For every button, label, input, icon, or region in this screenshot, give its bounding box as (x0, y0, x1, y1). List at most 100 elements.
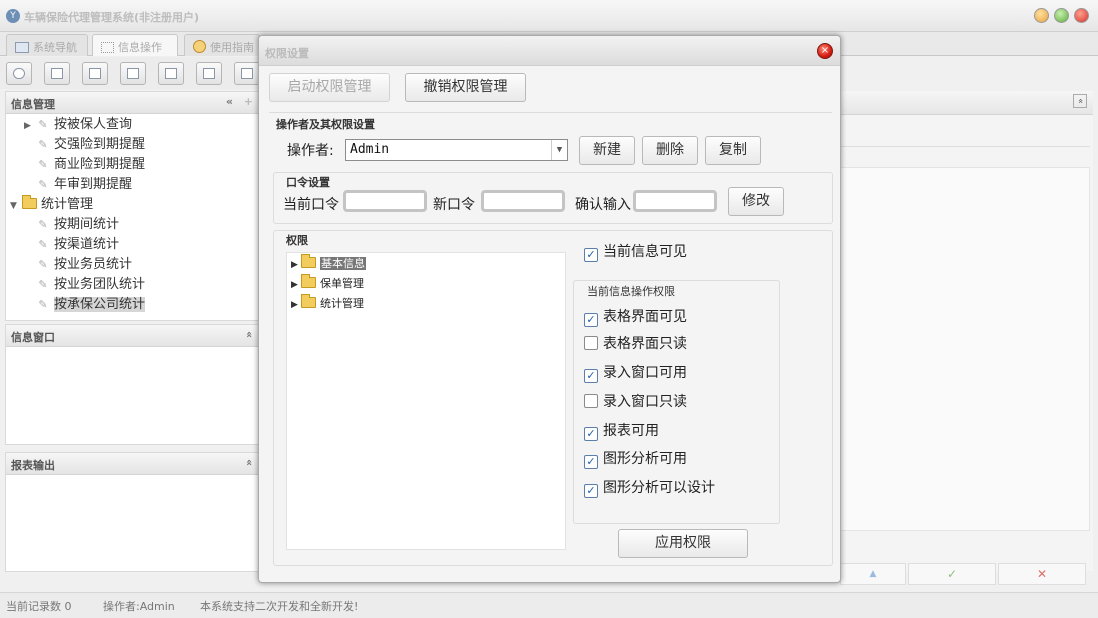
close-icon: × (820, 45, 830, 56)
checkbox-label: 图形分析可以设计 (603, 480, 715, 496)
status-notice: 本系统支持二次开发和全新开发! (200, 600, 359, 613)
tree-item[interactable]: ✎ 交强险到期提醒 (24, 135, 145, 155)
window-icon (165, 68, 177, 79)
info-management-panel: 信息管理 « + ▶ ✎ 按被保人查询 ✎ 交强险到期提醒 ✎ 商业险到期提醒 ✎ 年审到期提醒… (5, 91, 260, 321)
tree-item-label: 年审到期提醒 (54, 177, 133, 192)
collapse-content-button[interactable]: « (1073, 94, 1087, 108)
tab-label: 系统导航 (33, 41, 77, 54)
info-management-header: 信息管理 « + (6, 92, 259, 114)
modify-password-button[interactable]: 修改 (728, 187, 784, 216)
cancel-button[interactable]: ✕ (998, 563, 1086, 585)
toolbar-document-button[interactable] (82, 62, 108, 85)
operator-select[interactable]: Admin ▼ (345, 139, 568, 161)
permission-checkbox[interactable]: 表格界面只读 (584, 336, 687, 352)
new-password-input[interactable] (481, 190, 565, 212)
tree-item[interactable]: ▶ ✎ 按被保人查询 (24, 115, 132, 135)
tools-icon: ✎ (38, 218, 48, 231)
checkbox-box[interactable] (584, 336, 598, 350)
dialog-titlebar[interactable]: 权限设置 × (259, 36, 840, 66)
move-up-button[interactable]: ▲ (840, 563, 906, 585)
permission-tree[interactable]: ▶ 基本信息 ▶ 保单管理 ▶ 统计管理 (286, 252, 566, 550)
perm-tree-item[interactable]: ▶ 统计管理 (291, 294, 364, 314)
add-icon[interactable]: + (244, 95, 253, 108)
toolbar-export-button[interactable] (196, 62, 222, 85)
perm-tree-item[interactable]: ▶ 保单管理 (291, 274, 364, 294)
checkbox-box[interactable]: ✓ (584, 455, 598, 469)
perm-tree-item-label: 基本信息 (320, 257, 366, 270)
delete-operator-button[interactable]: 删除 (642, 136, 698, 165)
tree-item[interactable]: ✎ 按业务团队统计 (24, 275, 145, 295)
tab-user-guide[interactable]: 使用指南 (184, 34, 260, 56)
apply-permission-button[interactable]: 应用权限 (618, 529, 748, 558)
operation-permission-label: 当前信息操作权限 (587, 285, 675, 298)
content-grid (840, 167, 1090, 531)
status-bar: 当前记录数 0 操作者:Admin 本系统支持二次开发和全新开发! (0, 592, 1098, 618)
checkbox-box[interactable] (584, 394, 598, 408)
collapse-report-button[interactable]: « (243, 459, 256, 466)
tree-item[interactable]: ✎ 按业务员统计 (24, 255, 132, 275)
main-content-area: « ▲ ✓ ✕ (840, 91, 1093, 585)
perm-tree-item[interactable]: ▶ 基本信息 (291, 254, 366, 274)
permission-dialog: 权限设置 × 启动权限管理 撤销权限管理 操作者及其权限设置 操作者: Admi… (258, 35, 841, 583)
permission-checkbox[interactable]: ✓ 录入窗口可用 (584, 365, 687, 383)
window-titlebar[interactable]: Y 车辆保险代理管理系统(非注册用户) (0, 0, 1098, 32)
toolbar-list-button[interactable] (44, 62, 70, 85)
collapse-left-button[interactable]: « (226, 95, 233, 108)
checkbox-box[interactable]: ✓ (584, 427, 598, 441)
expand-right-icon[interactable]: ▶ (291, 256, 301, 274)
enable-permission-button[interactable]: 启动权限管理 (269, 73, 390, 102)
toolbar-print-button[interactable] (234, 62, 260, 85)
chevron-down-icon[interactable]: ▼ (551, 140, 567, 160)
tree-item-label: 按渠道统计 (54, 237, 120, 252)
toolbar-window-button[interactable] (158, 62, 184, 85)
toolbar-search-button[interactable] (6, 62, 32, 85)
revoke-permission-button[interactable]: 撤销权限管理 (405, 73, 526, 102)
tree-item[interactable]: ✎ 按渠道统计 (24, 235, 119, 255)
permission-checkbox[interactable]: ✓ 图形分析可用 (584, 451, 687, 469)
current-visible-checkbox[interactable]: ✓ 当前信息可见 (584, 244, 687, 262)
folder-icon (22, 195, 37, 209)
confirm-password-input[interactable] (633, 190, 717, 212)
permission-checkbox[interactable]: ✓ 报表可用 (584, 423, 659, 441)
tree-item[interactable]: ▼ 统计管理 (10, 195, 93, 215)
expand-down-icon[interactable]: ▼ (10, 196, 22, 216)
tab-label: 信息操作 (118, 41, 162, 54)
new-operator-button[interactable]: 新建 (579, 136, 635, 165)
grid-icon (101, 42, 114, 53)
search-icon (13, 68, 25, 79)
folder-icon (301, 254, 316, 268)
tree-item[interactable]: ✎ 按承保公司统计 (24, 295, 146, 315)
tree-item[interactable]: ✎ 商业险到期提醒 (24, 155, 145, 175)
checkbox-box[interactable]: ✓ (584, 313, 598, 327)
confirm-button[interactable]: ✓ (908, 563, 996, 585)
permission-checkbox[interactable]: 录入窗口只读 (584, 394, 687, 410)
permission-checkbox[interactable]: ✓ 表格界面可见 (584, 309, 687, 327)
content-divider (840, 146, 1090, 147)
tools-icon: ✎ (38, 298, 48, 311)
expand-right-icon[interactable]: ▶ (24, 116, 36, 136)
tree-item-label: 按期间统计 (54, 217, 120, 232)
tools-icon: ✎ (38, 138, 48, 151)
tree-item-label: 商业险到期提醒 (54, 157, 146, 172)
report-output-panel: 报表输出 « (5, 452, 260, 572)
toolbar-users-button[interactable] (120, 62, 146, 85)
maximize-button[interactable] (1054, 8, 1069, 23)
close-window-button[interactable] (1074, 8, 1089, 23)
checkbox-box[interactable]: ✓ (584, 484, 598, 498)
tab-system-navigation[interactable]: 系统导航 (6, 34, 88, 56)
tree-item[interactable]: ✎ 年审到期提醒 (24, 175, 132, 195)
folder-icon (301, 294, 316, 308)
copy-operator-button[interactable]: 复制 (705, 136, 761, 165)
collapse-info-window-button[interactable]: « (243, 331, 256, 338)
checkbox-box[interactable]: ✓ (584, 369, 598, 383)
permission-checkbox[interactable]: ✓ 图形分析可以设计 (584, 480, 715, 498)
dialog-close-button[interactable]: × (817, 43, 833, 59)
tree-item-label: 统计管理 (41, 197, 94, 212)
tab-info-operation[interactable]: 信息操作 (92, 34, 178, 56)
checkbox-box[interactable]: ✓ (584, 248, 598, 262)
current-password-input[interactable] (343, 190, 427, 212)
expand-right-icon[interactable]: ▶ (291, 276, 301, 294)
tree-item[interactable]: ✎ 按期间统计 (24, 215, 119, 235)
expand-right-icon[interactable]: ▶ (291, 296, 301, 314)
minimize-button[interactable] (1034, 8, 1049, 23)
